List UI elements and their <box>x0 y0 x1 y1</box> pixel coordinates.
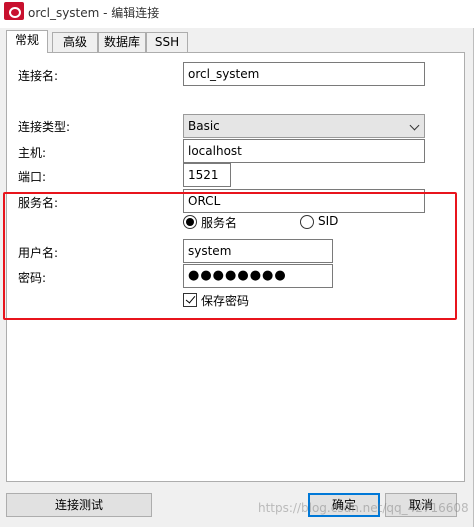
connection-type-select[interactable]: Basic <box>183 114 425 138</box>
connection-type-label: 连接类型: <box>18 120 71 134</box>
service-name-label: 服务名: <box>18 196 59 210</box>
username-label: 用户名: <box>18 246 59 260</box>
sid-radio-label[interactable]: SID <box>318 214 338 228</box>
host-label: 主机: <box>18 146 47 160</box>
connection-name-label: 连接名: <box>18 69 59 83</box>
test-connection-button[interactable]: 连接测试 <box>6 493 152 517</box>
sid-radio[interactable] <box>300 215 314 229</box>
service-name-radio-label[interactable]: 服务名 <box>201 214 237 231</box>
service-name-radio[interactable] <box>183 215 197 229</box>
tab-database[interactable]: 数据库 <box>98 32 146 53</box>
password-input[interactable]: ●●●●●●●● <box>183 264 333 288</box>
ok-button[interactable]: 确定 <box>308 493 380 517</box>
tab-general[interactable]: 常规 <box>6 30 48 53</box>
service-name-input[interactable]: ORCL <box>183 189 425 213</box>
edit-connection-dialog: orcl_system - 编辑连接 常规 高级 数据库 SSH 连接名: or… <box>0 0 474 527</box>
connection-type-value: Basic <box>188 119 220 133</box>
title-bar: orcl_system - 编辑连接 <box>0 0 474 28</box>
window-title: orcl_system - 编辑连接 <box>28 6 160 20</box>
username-input[interactable]: system <box>183 239 333 263</box>
password-label: 密码: <box>18 271 47 285</box>
oracle-app-icon <box>4 2 24 20</box>
save-password-checkbox[interactable] <box>183 293 197 307</box>
port-label: 端口: <box>18 170 47 184</box>
chevron-down-icon <box>409 120 420 131</box>
connection-name-input[interactable]: orcl_system <box>183 62 425 86</box>
host-input[interactable]: localhost <box>183 139 425 163</box>
tab-advanced[interactable]: 高级 <box>52 32 98 53</box>
port-input[interactable]: 1521 <box>183 163 231 187</box>
tab-ssh[interactable]: SSH <box>146 32 188 53</box>
cancel-button[interactable]: 取消 <box>385 493 457 517</box>
save-password-label[interactable]: 保存密码 <box>201 292 249 309</box>
